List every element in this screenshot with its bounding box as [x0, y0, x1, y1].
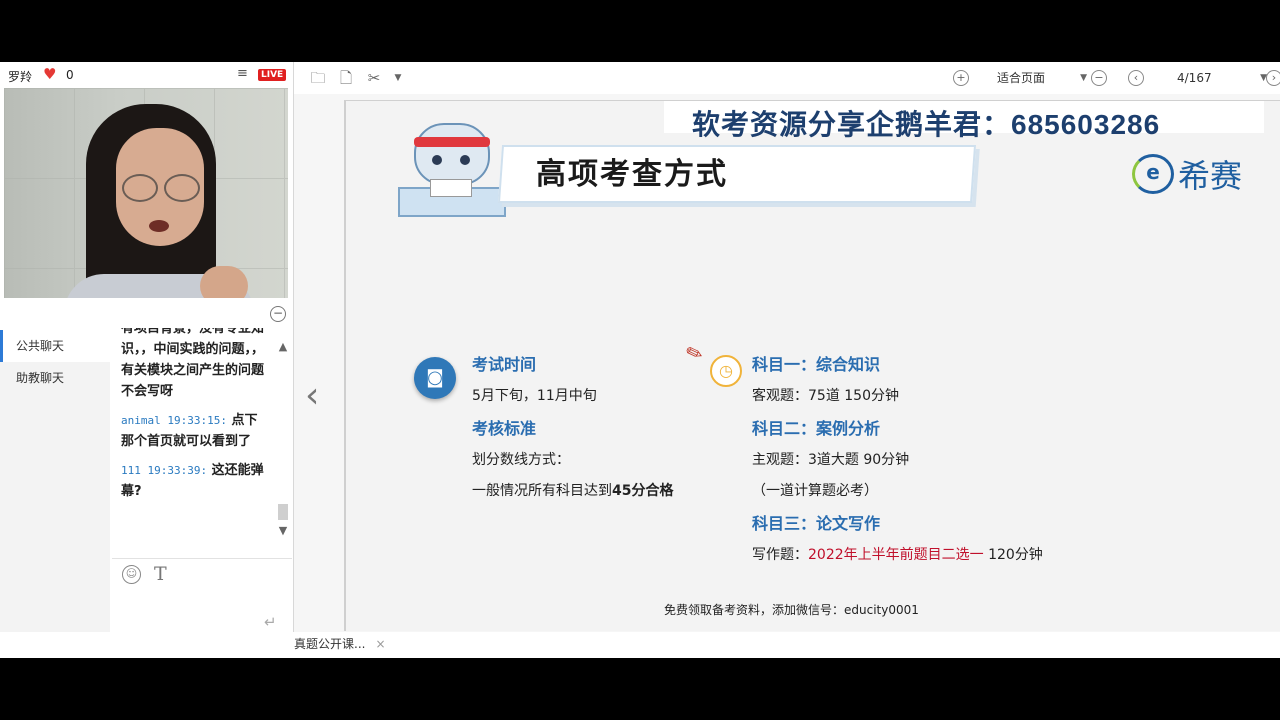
- chat-message-meta: 111 19:33:39:: [121, 464, 208, 477]
- subject-2-heading: 科目二：案例分析: [752, 419, 881, 438]
- promo-number: 685603286: [1011, 109, 1161, 140]
- exam-time-heading: 考试时间: [472, 355, 537, 374]
- clock-icon: ◷: [710, 355, 742, 387]
- left-panel: 罗羚 ♥ 0 ≡ LIVE − 公共聊天 助教聊天 有项目背景，没有专业知识，，…: [0, 62, 294, 658]
- chat-message-text: 有项目背景，没有专业知识，，中间实践的问题，，有关模块之间产生的问题不会写呀: [121, 328, 265, 399]
- logo: e 希赛: [1132, 151, 1242, 197]
- tab-assistant-chat[interactable]: 助教聊天: [0, 362, 110, 394]
- scroll-up-icon[interactable]: ▲: [276, 340, 290, 354]
- chat-messages: 有项目背景，没有专业知识，，中间实践的问题，，有关模块之间产生的问题不会写呀 a…: [112, 328, 272, 558]
- pencil-icon: ✎: [682, 338, 707, 368]
- prev-page-icon[interactable]: ‹: [1128, 70, 1144, 86]
- send-icon[interactable]: ↵: [264, 613, 277, 631]
- fit-page-select[interactable]: 适合页面 ▼: [982, 68, 1093, 88]
- subject-1-heading: 科目一：综合知识: [752, 355, 881, 374]
- live-badge: LIVE: [258, 69, 287, 81]
- promo-banner-text: 软考资源分享企鹅羊君：685603286: [692, 103, 1160, 143]
- doc-tab[interactable]: 真题公开课... ×: [294, 634, 386, 654]
- assessment-text-2-prefix: 一般情况所有科目达到: [472, 483, 612, 499]
- zoom-out-icon[interactable]: −: [1091, 70, 1107, 86]
- assessment-block: 考核标准 划分数线方式： 一般情况所有科目达到45分合格: [472, 419, 673, 501]
- exam-time-block: 考试时间 5月下旬，11月中旬: [472, 355, 597, 406]
- subject-1-line: 客观题：75道 150分钟: [752, 388, 899, 404]
- assessment-text-2: 一般情况所有科目达到45分合格: [472, 481, 673, 501]
- folder-icon[interactable]: 🗀: [310, 70, 326, 86]
- subject-3-block: 科目三：论文写作 写作题：2022年上半年前题目二选一 120分钟: [752, 514, 1043, 565]
- slide-footer: 免费领取备考资料，添加微信号：educity0001: [664, 603, 919, 617]
- bottom-bar: 真题公开课... ×: [0, 632, 1280, 658]
- collapse-icon[interactable]: −: [270, 306, 286, 322]
- chat-tabs: 公共聊天 助教聊天: [0, 330, 110, 658]
- logo-text: 希赛: [1178, 157, 1243, 195]
- subject-2-note: （一道计算题必考）: [752, 483, 878, 499]
- chat-header: [0, 302, 293, 328]
- subject-3-heading: 科目三：论文写作: [752, 514, 881, 533]
- scroll-down-icon[interactable]: ▼: [276, 524, 290, 538]
- zoom-in-icon[interactable]: +: [953, 70, 969, 86]
- next-page-icon[interactable]: ›: [1266, 70, 1280, 86]
- promo-label: 软考资源分享企鹅羊君：: [692, 108, 1012, 141]
- exam-time-text: 5月下旬，11月中旬: [472, 388, 597, 404]
- slide-title: 高项考查方式: [536, 157, 728, 192]
- tab-public-chat[interactable]: 公共聊天: [0, 330, 110, 362]
- menu-icon[interactable]: ≡: [237, 66, 248, 81]
- chevron-down-icon[interactable]: ▼: [390, 70, 406, 86]
- subject-3-suffix: 120分钟: [983, 547, 1043, 563]
- close-icon[interactable]: ×: [375, 637, 385, 651]
- assessment-heading: 考核标准: [472, 419, 537, 438]
- logo-mark-icon: e: [1132, 154, 1174, 194]
- prev-slide-arrow-icon[interactable]: ‹: [305, 378, 319, 414]
- chat-message: 有项目背景，没有专业知识，，中间实践的问题，，有关模块之间产生的问题不会写呀: [112, 328, 272, 402]
- subject-1-block: 科目一：综合知识 客观题：75道 150分钟: [752, 355, 899, 406]
- like-count: 0: [66, 68, 74, 82]
- chat-message-meta: animal 19:33:15:: [121, 414, 227, 427]
- emoji-icon[interactable]: ☺: [122, 565, 141, 584]
- assessment-text: 划分数线方式：: [472, 452, 570, 468]
- subject-2-line: 主观题：3道大题 90分钟: [752, 452, 910, 468]
- document-toolbar: 🗀 🗋 ✂ ▼ + 适合页面 ▼ − ‹ 4/167 ▼ ›: [294, 62, 1280, 94]
- live-class-app: 罗羚 ♥ 0 ≡ LIVE − 公共聊天 助教聊天 有项目背景，没有专业知识，，…: [0, 62, 1280, 658]
- page-select[interactable]: 4/167 ▼: [1152, 68, 1273, 88]
- subject-3-line: 写作题：2022年上半年前题目二选一 120分钟: [752, 545, 1043, 565]
- assessment-text-2-bold: 45分合格: [612, 483, 674, 499]
- chevron-down-icon: ▼: [1080, 73, 1087, 83]
- chat-message: animal 19:33:15: 点下那个首页就可以看到了: [112, 410, 272, 452]
- fit-page-label: 适合页面: [997, 71, 1046, 85]
- subject-3-highlight: 2022年上半年前题目二选一: [808, 547, 984, 563]
- text-format-icon[interactable]: T: [154, 563, 167, 585]
- chat-message: 111 19:33:39: 这还能弹幕?: [112, 460, 272, 502]
- slide: 软考资源分享企鹅羊君：685603286 高项考查方式 e 希赛 ◙ ✎ ◷ 考…: [344, 100, 1280, 631]
- scissors-icon[interactable]: ✂: [366, 70, 382, 86]
- streamer-name: 罗羚: [8, 70, 33, 84]
- file-icon[interactable]: 🗋: [338, 70, 354, 86]
- streamer-bar: 罗羚 ♥ 0 ≡ LIVE: [0, 62, 293, 88]
- page-indicator: 4/167: [1177, 71, 1212, 85]
- subject-3-prefix: 写作题：: [752, 547, 808, 563]
- cat-mascot-icon: [398, 115, 506, 217]
- camera-icon: ◙: [414, 357, 456, 399]
- scroll-thumb[interactable]: [278, 504, 288, 520]
- heart-icon[interactable]: ♥: [43, 65, 56, 83]
- webcam-video: [4, 88, 288, 298]
- doc-tab-label: 真题公开课...: [294, 637, 366, 651]
- subject-2-block: 科目二：案例分析 主观题：3道大题 90分钟 （一道计算题必考）: [752, 419, 909, 501]
- chat-scrollbar[interactable]: ▲ ▼: [276, 340, 290, 550]
